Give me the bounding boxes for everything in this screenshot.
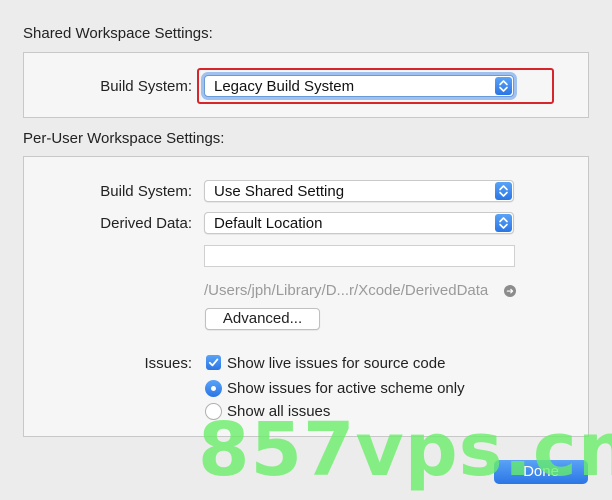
shared-build-system-label: Build System: <box>100 78 192 95</box>
per-user-build-system-popup[interactable]: Use Shared Setting <box>204 180 514 202</box>
chevron-updown-icon <box>495 182 512 200</box>
advanced-button[interactable]: Advanced... <box>205 308 320 330</box>
live-issues-label[interactable]: Show live issues for source code <box>227 355 445 372</box>
chevron-updown-icon <box>495 214 512 232</box>
active-scheme-label[interactable]: Show issues for active scheme only <box>227 380 465 397</box>
derived-data-popup[interactable]: Default Location <box>204 212 514 234</box>
checkmark-icon <box>208 358 219 367</box>
derived-data-label: Derived Data: <box>100 215 192 232</box>
per-user-settings-title: Per-User Workspace Settings: <box>23 130 225 147</box>
custom-path-field[interactable] <box>204 245 515 267</box>
highlight-box <box>197 68 554 104</box>
derived-data-path: /Users/jph/Library/D...r/Xcode/DerivedDa… <box>204 282 489 299</box>
shared-settings-title: Shared Workspace Settings: <box>23 25 213 42</box>
shared-settings-panel: Build System: Legacy Build System <box>23 52 589 118</box>
active-scheme-radio[interactable] <box>205 380 222 397</box>
watermark: 857vps.cn <box>198 407 612 493</box>
per-user-settings-panel: Build System: Use Shared Setting Derived… <box>23 156 589 437</box>
per-user-build-system-value: Use Shared Setting <box>214 183 345 200</box>
derived-data-value: Default Location <box>214 215 323 232</box>
live-issues-checkbox[interactable] <box>206 355 221 370</box>
per-user-build-system-label: Build System: <box>100 183 192 200</box>
reveal-in-finder-icon[interactable]: ➜ <box>504 285 516 297</box>
issues-label: Issues: <box>144 355 192 372</box>
